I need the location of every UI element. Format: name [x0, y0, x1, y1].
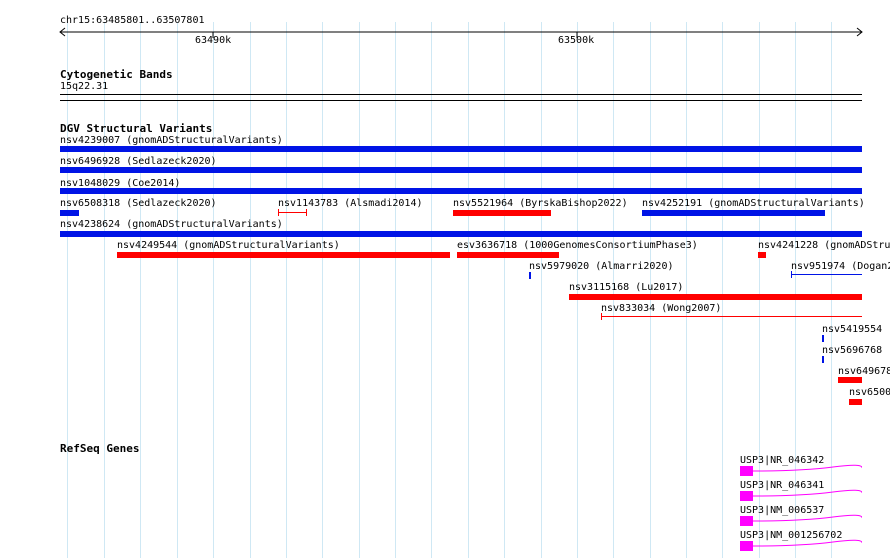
- variant-bar[interactable]: [791, 271, 862, 279]
- cytoband-label: 15q22.31: [60, 81, 109, 92]
- grid-line: [395, 22, 396, 558]
- variant-label: nsv4241228 (gnomADStru: [758, 240, 890, 251]
- grid-line: [541, 22, 542, 558]
- grid-line: [104, 22, 105, 558]
- grid-line: [250, 22, 251, 558]
- ruler-tick-63490k: 63490k: [195, 35, 232, 46]
- grid-line: [759, 22, 760, 558]
- variant-bar[interactable]: [60, 167, 862, 173]
- cytoband-track-title[interactable]: Cytogenetic Bands: [60, 68, 173, 81]
- ruler-axis[interactable]: [58, 26, 866, 38]
- gene-exon[interactable]: [740, 541, 753, 551]
- variant-bar[interactable]: [60, 146, 862, 152]
- grid-line: [831, 22, 832, 558]
- gene-exon[interactable]: [740, 516, 753, 526]
- gene-intron[interactable]: [753, 489, 862, 501]
- variant-label: nsv5979020 (Almarri2020): [529, 261, 674, 272]
- variant-label: nsv6500: [849, 387, 890, 398]
- variant-label: nsv4238624 (gnomADStructuralVariants): [60, 219, 283, 230]
- variant-bar[interactable]: [758, 252, 766, 258]
- variant-bar[interactable]: [642, 210, 825, 216]
- gene-exon[interactable]: [740, 466, 753, 476]
- variant-bar[interactable]: [838, 377, 862, 383]
- variant-label: nsv4249544 (gnomADStructuralVariants): [117, 240, 340, 251]
- grid-line: [504, 22, 505, 558]
- cytoband-line[interactable]: [60, 100, 862, 101]
- grid-line: [686, 22, 687, 558]
- ruler-tick-63500k: 63500k: [558, 35, 595, 46]
- variant-bar[interactable]: [453, 210, 551, 216]
- grid-line: [213, 22, 214, 558]
- variant-bar[interactable]: [849, 399, 862, 405]
- variant-bar[interactable]: [278, 208, 307, 217]
- grid-line: [722, 22, 723, 558]
- variant-label: nsv4252191 (gnomADStructuralVariants): [642, 198, 865, 209]
- variant-bar[interactable]: [60, 231, 862, 237]
- variant-label: nsv5419554 (: [822, 324, 890, 335]
- gene-intron[interactable]: [753, 464, 862, 476]
- variant-bar[interactable]: [822, 356, 824, 363]
- grid-line: [468, 22, 469, 558]
- variant-label: nsv3115168 (Lu2017): [569, 282, 684, 293]
- grid-line: [322, 22, 323, 558]
- variant-bar[interactable]: [822, 335, 824, 342]
- grid-line: [67, 22, 68, 558]
- grid-line: [795, 22, 796, 558]
- variant-label: esv3636718 (1000GenomesConsortiumPhase3): [457, 240, 698, 251]
- gene-intron[interactable]: [753, 539, 862, 551]
- variant-bar[interactable]: [529, 272, 531, 279]
- variant-label: nsv5521964 (ByrskaBishop2022): [453, 198, 628, 209]
- grid-line: [431, 22, 432, 558]
- variant-bar[interactable]: [60, 210, 79, 216]
- grid-line: [359, 22, 360, 558]
- variant-bar[interactable]: [457, 252, 559, 258]
- variant-bar[interactable]: [117, 252, 450, 258]
- variant-bar[interactable]: [60, 188, 862, 194]
- grid-line: [286, 22, 287, 558]
- gene-exon[interactable]: [740, 491, 753, 501]
- variant-label: nsv5696768 (: [822, 345, 890, 356]
- gene-intron[interactable]: [753, 514, 862, 526]
- refseq-track-title[interactable]: RefSeq Genes: [60, 442, 139, 455]
- variant-label: nsv6508318 (Sedlazeck2020): [60, 198, 217, 209]
- grid-line: [177, 22, 178, 558]
- dgv-track-title[interactable]: DGV Structural Variants: [60, 122, 212, 135]
- variant-bar[interactable]: [569, 294, 862, 300]
- variant-bar[interactable]: [601, 313, 862, 321]
- grid-line: [140, 22, 141, 558]
- cytoband-line[interactable]: [60, 94, 862, 95]
